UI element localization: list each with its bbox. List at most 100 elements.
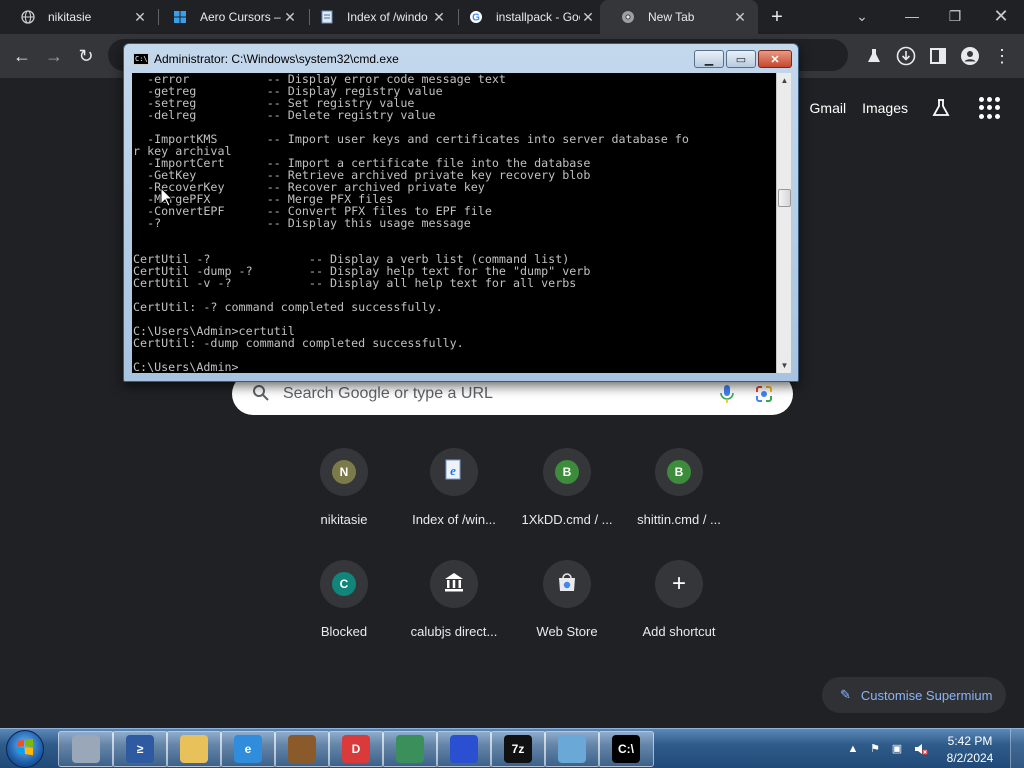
- close-tab-icon[interactable]: ✕: [431, 9, 447, 25]
- cmd-close-button[interactable]: ✕: [758, 50, 792, 68]
- web-store-icon: [556, 571, 578, 598]
- cmd-maximize-button[interactable]: ▭: [726, 50, 756, 68]
- taskbar-app-winrar[interactable]: [274, 731, 330, 767]
- tab-aero-cursors[interactable]: Aero Cursors – W ✕: [152, 0, 308, 34]
- cmd-window[interactable]: C:\ Administrator: C:\Windows\system32\c…: [123, 43, 799, 382]
- scroll-thumb[interactable]: [778, 189, 791, 207]
- shark-icon: [450, 735, 478, 763]
- close-tab-icon[interactable]: ✕: [580, 9, 596, 25]
- reload-icon[interactable]: ↻: [72, 42, 100, 70]
- side-panel-icon[interactable]: [924, 42, 952, 70]
- gmail-link[interactable]: Gmail: [810, 100, 847, 116]
- tab-title: Aero Cursors – W: [200, 10, 282, 24]
- tab-search-chevron-icon[interactable]: ⌄: [844, 4, 880, 28]
- cmd-console[interactable]: -error -- Display error code message tex…: [132, 73, 776, 373]
- close-tab-icon[interactable]: ✕: [132, 9, 148, 25]
- cmd-scrollbar[interactable]: ▲ ▼: [776, 73, 791, 373]
- shortcut-label: nikitasie: [320, 512, 368, 527]
- taskbar-app-control-panel[interactable]: [544, 731, 600, 767]
- cmd-output: -error -- Display error code message tex…: [133, 73, 689, 373]
- action-center-flag-icon[interactable]: ⚑: [868, 742, 882, 756]
- browser-tab-strip: nikitasie ✕ Aero Cursors – W ✕ Index of …: [0, 0, 1024, 34]
- new-tab-button[interactable]: +: [766, 6, 788, 28]
- shortcut-tile-nikitasie[interactable]: N nikitasie: [288, 448, 400, 548]
- scroll-up-arrow-icon[interactable]: ▲: [777, 73, 792, 88]
- taskbar-app-browser[interactable]: [382, 731, 438, 767]
- back-icon[interactable]: ←: [8, 42, 36, 70]
- 7zip-icon: 7z: [504, 735, 532, 763]
- volume-muted-icon[interactable]: [914, 742, 928, 756]
- letter-avatar-icon: C: [332, 572, 356, 596]
- shortcut-icon-circle: e: [430, 448, 478, 496]
- forward-icon[interactable]: →: [40, 42, 68, 70]
- shortcut-icon-circle: B: [543, 448, 591, 496]
- show-desktop-button[interactable]: [1010, 729, 1024, 768]
- clock-time[interactable]: 5:42 PM: [940, 734, 1000, 748]
- network-icon[interactable]: ▣: [890, 742, 904, 756]
- tab-nikitasie[interactable]: nikitasie ✕: [0, 0, 158, 34]
- shortcut-icon-circle: [430, 560, 478, 608]
- shortcut-tile-shittin[interactable]: B shittin.cmd / ...: [623, 448, 735, 548]
- shortcut-icon-circle: +: [655, 560, 703, 608]
- taskbar-app-explorer[interactable]: [166, 731, 222, 767]
- close-tab-icon[interactable]: ✕: [282, 9, 298, 25]
- profile-icon[interactable]: [956, 42, 984, 70]
- shortcut-label: 1XkDD.cmd / ...: [521, 512, 613, 527]
- search-icon: [252, 384, 270, 402]
- customise-button[interactable]: ✎ Customise Supermium: [822, 677, 1006, 713]
- plus-icon: +: [671, 570, 686, 597]
- taskbar-app-powershell[interactable]: ≥: [112, 731, 168, 767]
- tab-title: Index of /windo: [347, 10, 428, 24]
- google-lens-icon[interactable]: [754, 384, 774, 404]
- taskbar-app-internet-explorer[interactable]: e: [220, 731, 276, 767]
- google-apps-icon[interactable]: [979, 97, 1001, 119]
- taskbar-app-cmd[interactable]: C:\: [598, 731, 654, 767]
- shortcut-icon-circle: B: [655, 448, 703, 496]
- scroll-down-arrow-icon[interactable]: ▼: [777, 358, 792, 373]
- tab-title: nikitasie: [48, 10, 92, 24]
- tab-new-tab[interactable]: New Tab ✕: [600, 0, 758, 34]
- browser-icon: [396, 735, 424, 763]
- globe-icon: [20, 9, 36, 25]
- cmd-minimize-button[interactable]: ▁: [694, 50, 724, 68]
- taskbar-app-server-manager[interactable]: [58, 731, 114, 767]
- taskbar-app-7zip[interactable]: 7z: [490, 731, 546, 767]
- shortcut-label: Add shortcut: [642, 624, 716, 639]
- internet-explorer-icon: e: [234, 735, 262, 763]
- tab-title: New Tab: [648, 10, 695, 24]
- shortcut-tile-web-store[interactable]: Web Store: [511, 560, 623, 660]
- server-manager-icon: [72, 735, 100, 763]
- labs-flask-icon[interactable]: [860, 42, 888, 70]
- tab-installpack-google[interactable]: G installpack - Goo ✕: [448, 0, 606, 34]
- powershell-icon: ≥: [126, 735, 154, 763]
- close-tab-icon[interactable]: ✕: [732, 9, 748, 25]
- start-button[interactable]: [6, 730, 44, 768]
- close-window-icon[interactable]: ✕: [983, 4, 1019, 28]
- shortcut-icon-circle: C: [320, 560, 368, 608]
- labs-icon[interactable]: [930, 98, 952, 120]
- shortcut-tile-index-of[interactable]: e Index of /win...: [398, 448, 510, 548]
- windows-icon: [172, 9, 188, 25]
- shortcut-tile-blocked[interactable]: C Blocked: [288, 560, 400, 660]
- show-hidden-icons-icon[interactable]: ▲: [846, 742, 860, 756]
- voice-search-icon[interactable]: [718, 384, 736, 404]
- minimize-icon[interactable]: —: [894, 4, 930, 28]
- clock-date[interactable]: 8/2/2024: [940, 751, 1000, 765]
- images-link[interactable]: Images: [862, 100, 908, 116]
- add-shortcut-button[interactable]: + Add shortcut: [623, 560, 735, 660]
- menu-kebab-icon[interactable]: ⋮: [988, 42, 1016, 70]
- taskbar-app-dtools[interactable]: D: [328, 731, 384, 767]
- customise-label: Customise Supermium: [860, 687, 993, 703]
- letter-avatar-icon: B: [667, 460, 691, 484]
- taskbar-app-shark[interactable]: [436, 731, 492, 767]
- shortcut-tile-calubjs[interactable]: calubjs direct...: [398, 560, 510, 660]
- cmd-window-icon: C:\: [133, 53, 149, 65]
- cmd-icon: C:\: [612, 735, 640, 763]
- shortcut-tile-1xkdd[interactable]: B 1XkDD.cmd / ...: [511, 448, 623, 548]
- restore-icon[interactable]: ❐: [937, 4, 973, 28]
- svg-text:e: e: [450, 463, 456, 478]
- tab-index-of-windows[interactable]: Index of /windo ✕: [299, 0, 457, 34]
- cmd-titlebar[interactable]: C:\ Administrator: C:\Windows\system32\c…: [124, 44, 798, 72]
- download-icon[interactable]: [892, 42, 920, 70]
- chrome-icon: [620, 9, 636, 25]
